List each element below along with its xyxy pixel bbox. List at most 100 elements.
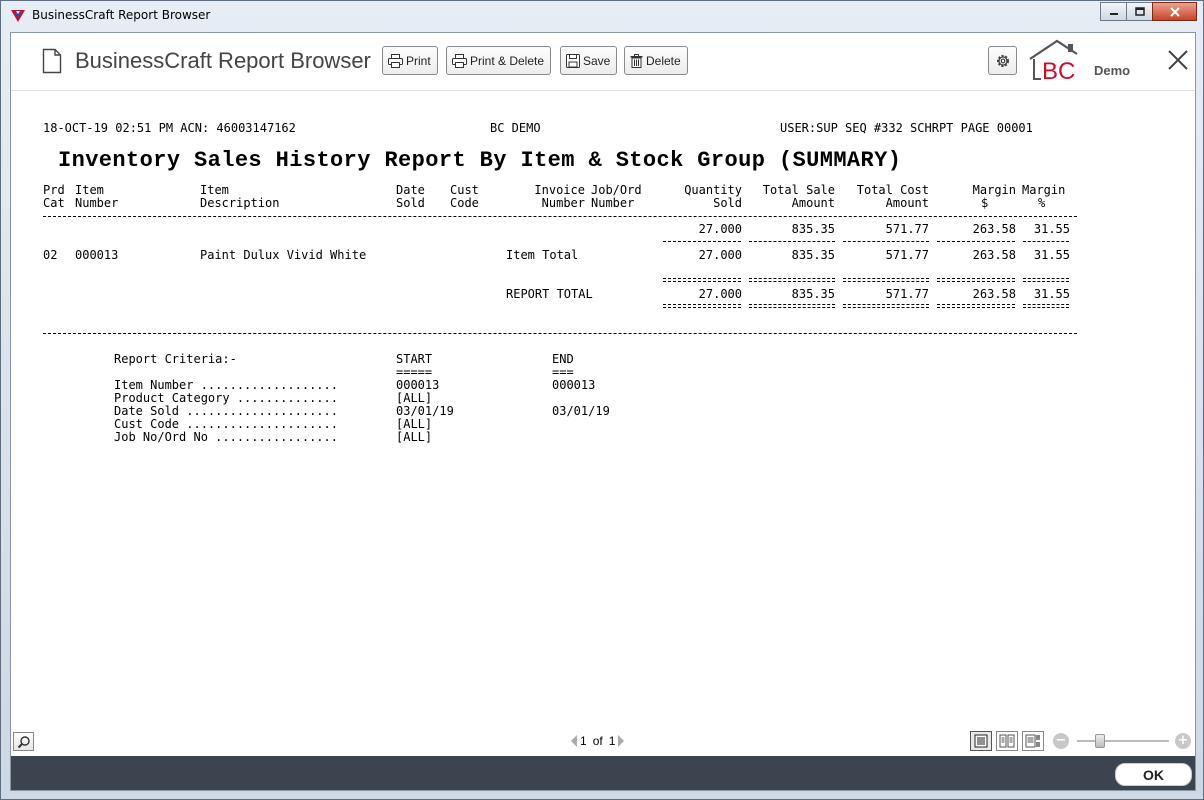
detail-cost: 571.77 (885, 222, 929, 236)
report-title: Inventory Sales History Report By Item &… (58, 148, 902, 173)
dialog-footer: OK (11, 756, 1195, 790)
two-page-view-button[interactable] (996, 731, 1018, 751)
zoom-out-button[interactable]: − (1053, 733, 1069, 749)
item-total-sale: 835.35 (791, 248, 835, 262)
report-total-margin: 263.58 (972, 287, 1016, 301)
single-page-view-button[interactable] (970, 731, 992, 751)
gear-icon (996, 54, 1009, 67)
total-underline (663, 307, 741, 308)
total-underline (937, 304, 1015, 308)
page-title: BusinessCraft Report Browser (75, 48, 371, 73)
col-prd-cat-2: Cat (43, 196, 65, 210)
print-delete-label: Print & Delete (470, 53, 545, 68)
col-item-number-2: Number (75, 196, 119, 210)
single-page-icon (974, 734, 988, 748)
pager: 1 of 1 (571, 734, 625, 748)
prev-page-icon[interactable] (571, 735, 577, 747)
total-underline (1023, 304, 1069, 308)
delete-label: Delete (646, 53, 681, 68)
subtotal-rule (1023, 241, 1069, 242)
criteria-separator (43, 333, 1077, 334)
item-number: 000013 (75, 248, 119, 262)
multi-page-view-button[interactable] (1022, 731, 1044, 751)
total-underline (663, 304, 741, 305)
viewer-status-bar: 1 of 1 − + (11, 730, 1195, 756)
pager-of: of (592, 734, 603, 748)
col-cust-code-2: Code (450, 196, 479, 210)
detail-sale: 835.35 (791, 222, 835, 236)
report-total-quantity: 27.000 (698, 287, 742, 301)
print-label: Print (406, 53, 431, 68)
item-total-cost: 571.77 (885, 248, 929, 262)
detail-quantity: 27.000 (698, 222, 742, 236)
col-margin-dollar-1: Margin (972, 183, 1016, 197)
criteria-end: 000013 (552, 378, 596, 392)
maximize-button[interactable] (1126, 2, 1153, 21)
minimize-icon (1109, 12, 1118, 15)
total-rule (663, 278, 741, 282)
printer-icon (452, 53, 467, 68)
find-button[interactable] (13, 732, 34, 751)
logo-label: Demo (1094, 63, 1131, 78)
two-page-icon (999, 734, 1015, 748)
total-rule (843, 278, 929, 282)
close-report-icon[interactable] (1167, 49, 1189, 71)
detail-margin-pct: 31.55 (1033, 222, 1070, 236)
header-bar: BusinessCraft Report Browser Print Print… (11, 33, 1195, 91)
next-page-icon[interactable] (618, 735, 625, 747)
window-close-button[interactable] (1152, 2, 1197, 21)
col-margin-percent-2: % (1038, 196, 1046, 210)
magnifier-icon (17, 735, 30, 748)
save-button[interactable]: Save (560, 46, 618, 75)
multi-page-icon (1025, 734, 1040, 748)
delete-button[interactable]: Delete (624, 46, 688, 75)
report-total-label: REPORT TOTAL (506, 287, 593, 301)
criteria-label: Job No/Ord No ................. (114, 430, 338, 444)
trash-icon (630, 53, 643, 68)
col-margin-dollar-2: $ (981, 196, 989, 210)
print-delete-button[interactable]: Print & Delete (446, 46, 552, 75)
zoom-slider-track[interactable] (1077, 740, 1169, 742)
zoom-slider-thumb[interactable] (1095, 734, 1105, 748)
report-viewer: 18-OCT-19 02:51 PM ACN: 46003147162 BC D… (11, 92, 1195, 730)
total-rule (937, 278, 1015, 282)
detail-margin: 263.58 (972, 222, 1016, 236)
bc-logo: BC (1029, 39, 1078, 83)
col-item-description-2: Description (200, 196, 280, 210)
report-meta-center: BC DEMO (490, 121, 541, 135)
item-total-label: Item Total (506, 248, 579, 262)
logo-text: BC (1042, 58, 1075, 83)
window-controls (1100, 2, 1197, 21)
print-button[interactable]: Print (382, 46, 438, 75)
client-area: BusinessCraft Report Browser Print Print… (10, 32, 1196, 791)
report-total-sale: 835.35 (791, 287, 835, 301)
item-total-margin: 263.58 (972, 248, 1016, 262)
item-prd-cat: 02 (43, 248, 58, 262)
maximize-icon (1134, 7, 1145, 16)
total-pages: 1 (608, 734, 616, 748)
item-total-quantity: 27.000 (698, 248, 742, 262)
settings-button[interactable] (988, 46, 1017, 75)
minimize-button[interactable] (1100, 2, 1127, 21)
subtotal-rule (749, 241, 835, 242)
subtotal-rule (843, 241, 929, 242)
col-quantity-2: Sold (713, 196, 742, 210)
col-date-sold-2: Sold (396, 196, 425, 210)
total-underline (749, 304, 835, 308)
zoom-in-button[interactable]: + (1175, 733, 1191, 749)
title-bar[interactable]: BusinessCraft Report Browser (1, 1, 1203, 31)
total-rule (749, 278, 835, 282)
item-description: Paint Dulux Vivid White (200, 248, 367, 262)
criteria-end: 03/01/19 (552, 404, 610, 418)
col-total-cost-2: Amount (885, 196, 929, 210)
header-separator (43, 216, 1077, 217)
save-icon (566, 53, 580, 68)
col-total-sale-2: Amount (791, 196, 835, 210)
col-invoice-2: Number (541, 196, 585, 210)
report-meta-left: 18-OCT-19 02:51 PM ACN: 46003147162 (43, 121, 296, 135)
ok-button[interactable]: OK (1115, 763, 1192, 786)
subtotal-rule (937, 241, 1015, 242)
report-total-margin-pct: 31.55 (1033, 287, 1070, 301)
total-rule (1023, 278, 1069, 282)
total-underline (843, 304, 929, 308)
